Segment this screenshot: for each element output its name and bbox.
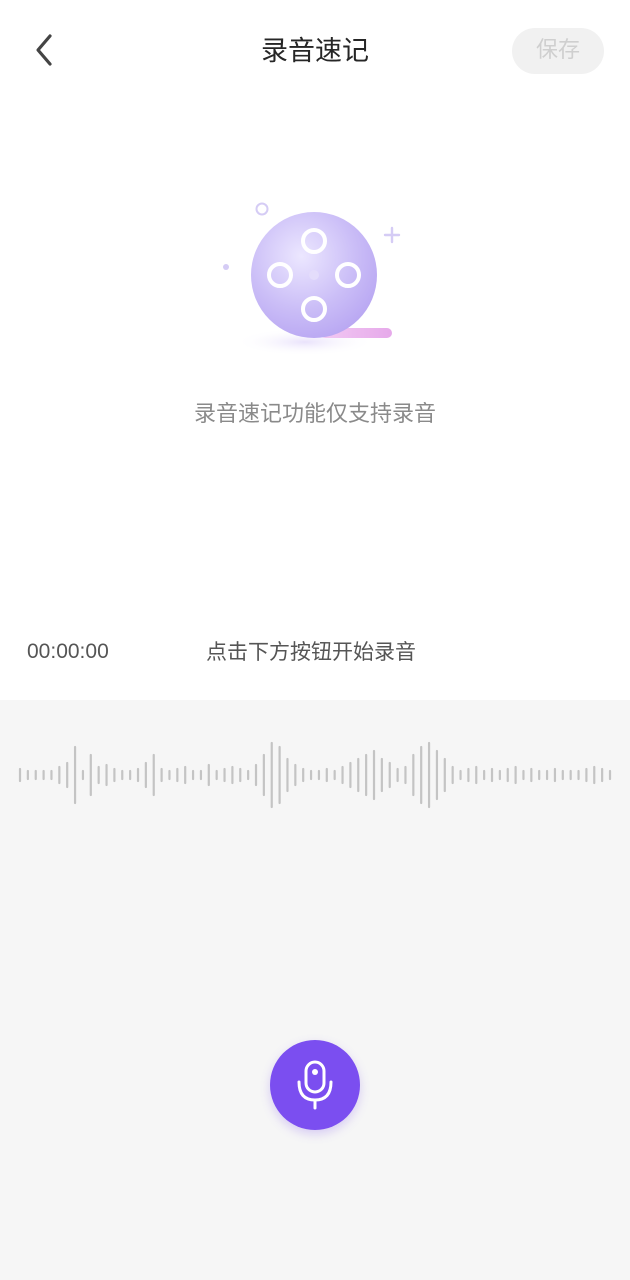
header-bar: 录音速记 保存 xyxy=(0,0,630,104)
empty-state-hint: 录音速记功能仅支持录音 xyxy=(193,402,436,427)
recording-panel xyxy=(0,700,630,1280)
recording-timer: 00:00:00 xyxy=(27,640,109,663)
recording-status: 点击下方按钮开始录音 xyxy=(206,640,416,664)
audio-waveform xyxy=(18,741,612,809)
film-reel-icon xyxy=(210,190,410,380)
microphone-icon xyxy=(297,1060,333,1110)
save-button[interactable]: 保存 xyxy=(512,28,604,74)
record-button[interactable] xyxy=(270,1040,360,1130)
